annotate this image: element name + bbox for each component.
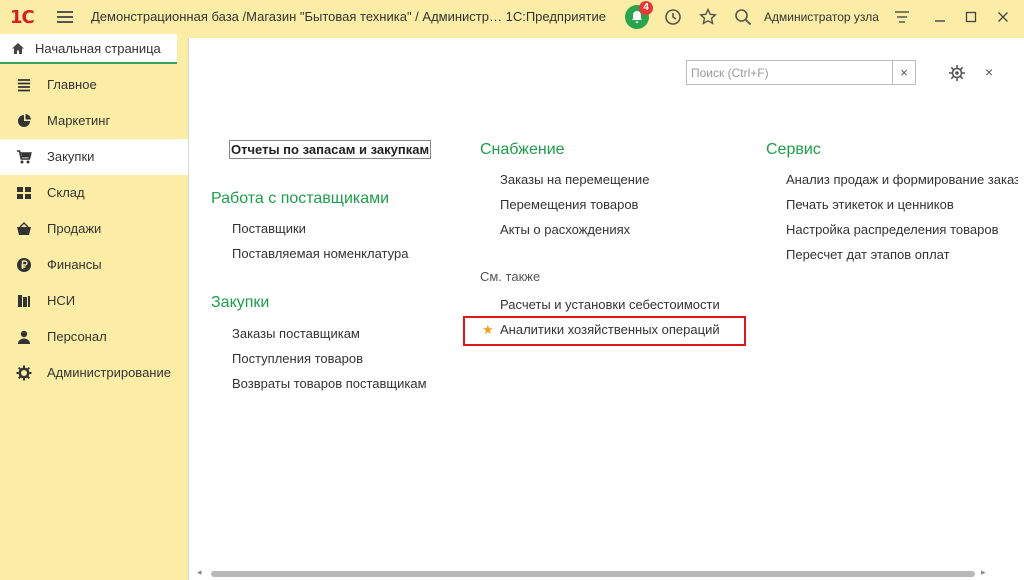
close-panel-icon[interactable]: × (985, 64, 993, 80)
gear-icon (16, 365, 32, 381)
link-discrepancy-acts[interactable]: Акты о расхождениях (500, 222, 630, 237)
link-goods-transfers[interactable]: Перемещения товаров (500, 197, 638, 212)
link-goods-receipts[interactable]: Поступления товаров (232, 351, 363, 366)
sidebar-item-personnel[interactable]: Персонал (0, 319, 188, 355)
section-title-supply: Снабжение (480, 141, 565, 158)
books-icon (18, 295, 30, 307)
pie-chart-icon (18, 114, 31, 127)
search-placeholder: Поиск (Ctrl+F) (691, 66, 769, 80)
link-stock-purchase-reports[interactable]: Отчеты по запасам и закупкам (229, 140, 432, 159)
sidebar-item-label: Продажи (47, 221, 102, 236)
sidebar-item-label: Главное (47, 77, 97, 92)
sidebar-item-marketing[interactable]: Маркетинг (0, 103, 188, 139)
app-logo[interactable]: 1С (10, 7, 35, 28)
window-title: Демонстрационная база /Магазин "Бытовая … (91, 9, 606, 24)
tab-home-page[interactable]: Начальная страница (0, 34, 177, 64)
tab-home-label: Начальная страница (35, 41, 161, 56)
close-window-icon[interactable] (994, 8, 1012, 26)
panel-settings-gear-icon[interactable] (948, 64, 966, 85)
basket-icon (17, 222, 31, 235)
ruble-icon (17, 258, 31, 272)
link-cost-settlements[interactable]: Расчеты и установки себестоимости (500, 297, 720, 312)
link-goods-distribution-settings[interactable]: Настройка распределения товаров (786, 222, 998, 237)
notifications-count-badge: 4 (639, 1, 653, 15)
link-supplied-nomenclature[interactable]: Поставляемая номенклатура (232, 246, 408, 261)
sidebar-item-label: Маркетинг (47, 113, 111, 128)
section-title-suppliers: Работа с поставщиками (211, 190, 390, 207)
scroll-left-arrow-icon[interactable]: ◂ (197, 567, 202, 578)
minimize-icon[interactable] (931, 8, 949, 26)
person-icon (18, 330, 30, 344)
menu-lines-icon (18, 79, 30, 92)
sidebar-item-nsi[interactable]: НСИ (0, 283, 188, 319)
sidebar-item-label: Склад (47, 185, 85, 200)
link-supplier-returns[interactable]: Возвраты товаров поставщикам (232, 376, 427, 391)
clear-search-button[interactable]: × (892, 61, 915, 84)
scroll-right-arrow-icon[interactable]: ▸ (981, 567, 986, 578)
favorite-star-icon[interactable]: ★ (482, 322, 494, 338)
search-input[interactable]: Поиск (Ctrl+F) × (686, 60, 916, 85)
settings-lines-icon[interactable] (893, 8, 911, 26)
title-bar: 1С Демонстрационная база /Магазин "Бытов… (0, 0, 1024, 34)
link-payment-dates-recalc[interactable]: Пересчет дат этапов оплат (786, 247, 950, 262)
sidebar-item-label: Финансы (47, 257, 102, 272)
cart-icon (17, 150, 32, 164)
scrollbar-thumb[interactable] (211, 571, 975, 577)
sidebar-item-purchases[interactable]: Закупки (0, 139, 188, 175)
sidebar-item-label: Закупки (47, 149, 95, 164)
sidebar-item-label: НСИ (47, 293, 76, 308)
search-icon[interactable] (734, 8, 752, 26)
sections-sidebar: Главное Маркетинг Закупки Склад Продажи … (0, 67, 188, 391)
link-business-operation-analytics[interactable]: Аналитики хозяйственных операций (500, 322, 720, 337)
main-menu-icon[interactable] (57, 9, 73, 25)
link-supplier-orders[interactable]: Заказы поставщикам (232, 326, 360, 341)
section-title-service: Сервис (766, 141, 821, 158)
sidebar-item-administration[interactable]: Администрирование (0, 355, 188, 391)
link-suppliers[interactable]: Поставщики (232, 221, 306, 236)
warehouse-grid-icon (17, 187, 31, 199)
sidebar-item-sales[interactable]: Продажи (0, 211, 188, 247)
section-title-purchases: Закупки (211, 294, 270, 311)
sidebar-item-label: Персонал (47, 329, 107, 344)
maximize-icon[interactable] (962, 8, 980, 26)
horizontal-scrollbar[interactable]: ◂ ▸ (189, 566, 1024, 580)
sidebar-item-label: Администрирование (47, 365, 171, 380)
sidebar-item-warehouse[interactable]: Склад (0, 175, 188, 211)
link-transfer-orders[interactable]: Заказы на перемещение (500, 172, 649, 187)
favorites-star-icon[interactable] (698, 7, 718, 26)
link-sales-analysis[interactable]: Анализ продаж и формирование заказ (786, 172, 1018, 187)
history-icon[interactable] (664, 8, 682, 26)
link-print-labels[interactable]: Печать этикеток и ценников (786, 197, 954, 212)
home-icon (12, 43, 24, 54)
sidebar-item-main[interactable]: Главное (0, 67, 188, 103)
current-user[interactable]: Администратор узла (764, 10, 879, 24)
see-also-label: См. также (480, 269, 541, 284)
sidebar-item-finance[interactable]: Финансы (0, 247, 188, 283)
section-panel: Поиск (Ctrl+F) × × Отчеты по запасам и з… (188, 38, 1024, 580)
